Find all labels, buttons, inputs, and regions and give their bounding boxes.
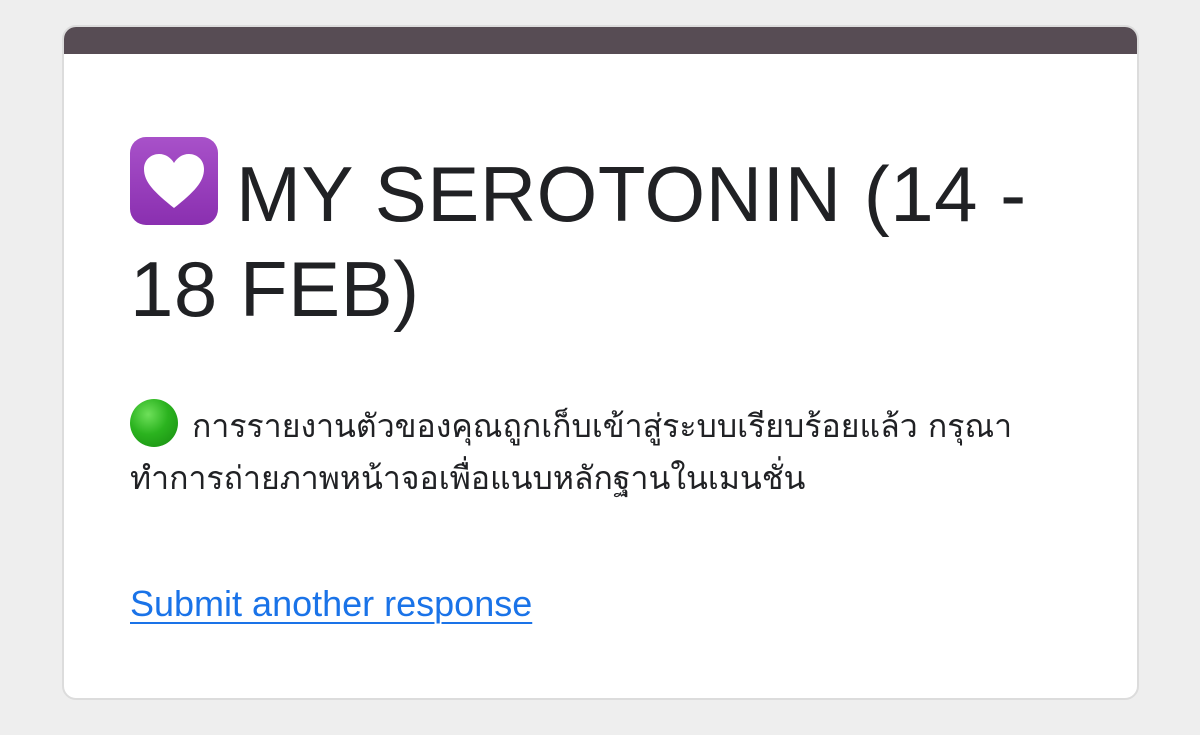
confirmation-card: MY SEROTONIN (14 - 18 FEB) การรายงานตัวข… xyxy=(62,25,1139,700)
submit-another-response-link[interactable]: Submit another response xyxy=(130,582,532,626)
form-header-bar xyxy=(64,27,1137,54)
confirmation-message: การรายงานตัวของคุณถูกเก็บเข้าสู่ระบบเรีย… xyxy=(130,399,1090,504)
form-title-text: MY SEROTONIN (14 - 18 FEB) xyxy=(130,150,1027,333)
form-title: MY SEROTONIN (14 - 18 FEB) xyxy=(130,137,1070,337)
confirmation-message-text: การรายงานตัวของคุณถูกเก็บเข้าสู่ระบบเรีย… xyxy=(130,407,1013,497)
purple-heart-icon xyxy=(130,137,218,225)
green-circle-icon xyxy=(130,399,178,447)
